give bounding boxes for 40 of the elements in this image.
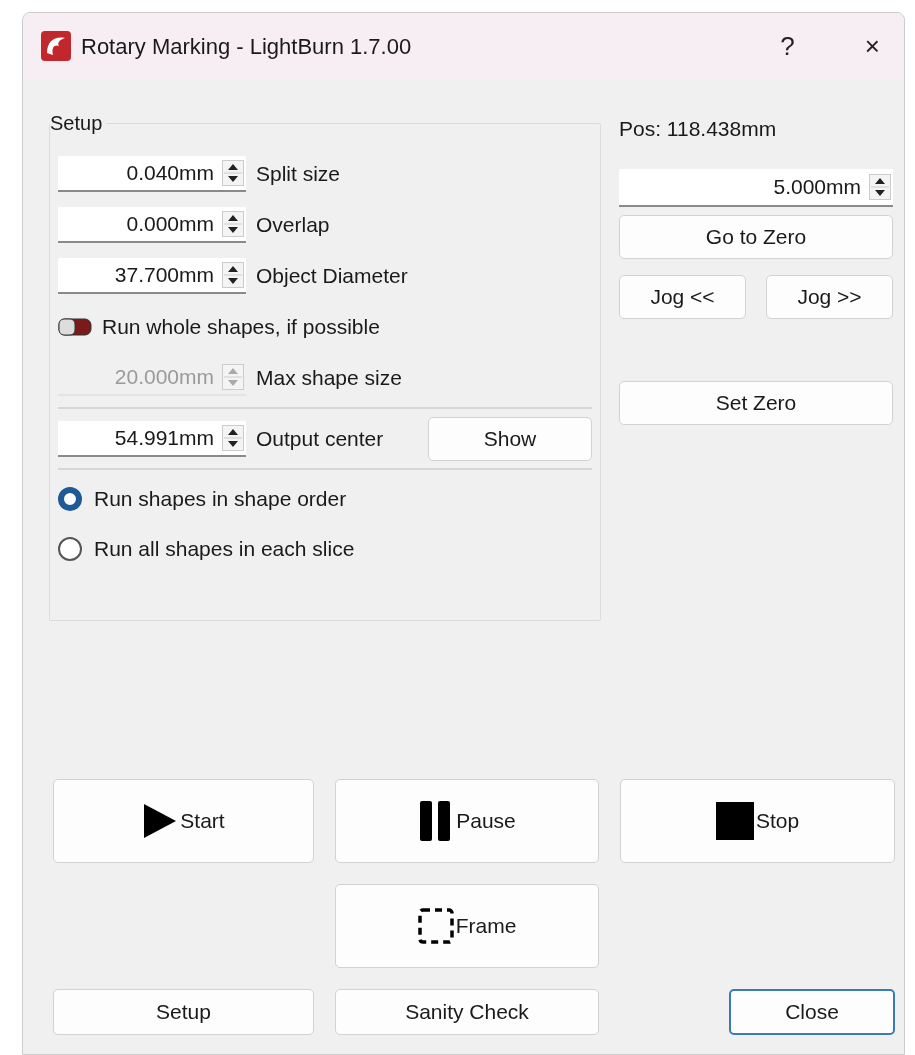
start-button[interactable]: Start <box>53 779 314 863</box>
spin-arrows-icon[interactable] <box>222 424 244 451</box>
spin-arrows-icon[interactable] <box>222 261 244 288</box>
set-zero-button[interactable]: Set Zero <box>619 380 893 425</box>
dashed-frame-icon <box>417 908 454 944</box>
radio-button[interactable] <box>58 537 82 561</box>
go-to-zero-button[interactable]: Go to Zero <box>619 214 893 259</box>
field-label: Split size <box>256 160 341 187</box>
footer-button[interactable]: Sanity Check <box>335 989 599 1035</box>
field-label: Overlap <box>256 211 330 238</box>
close-button[interactable]: × <box>858 26 886 66</box>
jog-button[interactable]: Jog << <box>619 274 746 319</box>
footer-button[interactable]: Setup <box>53 989 314 1035</box>
spin-field[interactable]: 0.000mm <box>58 206 246 243</box>
spin-arrows-icon[interactable] <box>222 159 244 186</box>
show-button[interactable]: Show <box>428 416 592 461</box>
radio-label: Run shapes in shape order <box>94 486 347 513</box>
spin-arrows-icon[interactable] <box>222 210 244 237</box>
field-label: Max shape size <box>256 364 402 391</box>
radio-button[interactable] <box>58 487 82 511</box>
window-title: Rotary Marking - LightBurn 1.7.00 <box>81 32 412 61</box>
stop-icon <box>715 802 754 840</box>
spin-field[interactable]: 37.700mm <box>58 257 246 294</box>
toggle-switch[interactable] <box>58 316 92 337</box>
spin-arrows-icon[interactable] <box>869 173 891 200</box>
field-label: Object Diameter <box>256 262 408 289</box>
jog-button[interactable]: Jog >> <box>766 274 893 319</box>
pause-button[interactable]: Pause <box>335 779 599 863</box>
radio-label: Run all shapes in each slice <box>94 536 355 563</box>
footer-button[interactable]: Close <box>729 989 895 1035</box>
app-logo-icon <box>41 31 71 61</box>
position-readout: Pos: 118.438mm <box>619 116 778 142</box>
frame-button[interactable]: Frame <box>335 884 599 968</box>
spin-field[interactable]: 0.040mm <box>58 155 246 192</box>
field-label: Output center <box>256 425 384 452</box>
spin-field[interactable]: 54.991mm <box>58 420 246 457</box>
stop-button[interactable]: Stop <box>620 779 895 863</box>
toggle-label: Run whole shapes, if possible <box>102 313 380 340</box>
spin-field[interactable]: 5.000mm <box>619 168 893 207</box>
help-button[interactable]: ? <box>774 26 801 66</box>
